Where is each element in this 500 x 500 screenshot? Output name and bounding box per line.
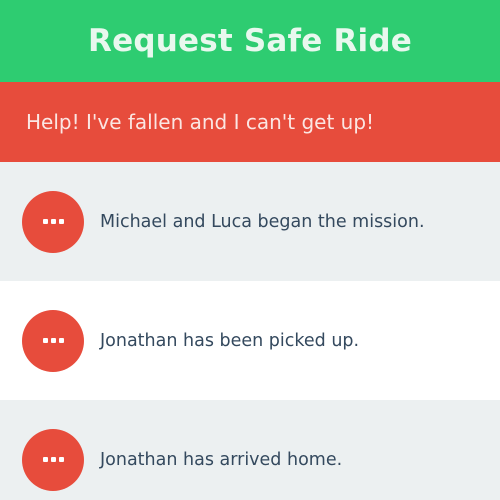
page-title: Request Safe Ride — [88, 23, 412, 59]
app-screen: Request Safe Ride Help! I've fallen and … — [0, 0, 500, 500]
ellipsis-icon — [22, 428, 84, 491]
status-list: Michael and Luca began the mission. Jona… — [0, 162, 500, 500]
list-item: Jonathan has arrived home. — [0, 400, 500, 500]
ellipsis-icon — [22, 309, 84, 372]
status-text: Jonathan has been picked up. — [100, 330, 360, 351]
status-text: Jonathan has arrived home. — [100, 449, 343, 470]
list-item: Jonathan has been picked up. — [0, 281, 500, 400]
ellipsis-icon — [22, 190, 84, 253]
alert-message: Help! I've fallen and I can't get up! — [26, 110, 375, 134]
list-item: Michael and Luca began the mission. — [0, 162, 500, 281]
app-header: Request Safe Ride — [0, 0, 500, 82]
status-text: Michael and Luca began the mission. — [100, 211, 425, 232]
help-alert-button[interactable]: Help! I've fallen and I can't get up! — [0, 82, 500, 162]
